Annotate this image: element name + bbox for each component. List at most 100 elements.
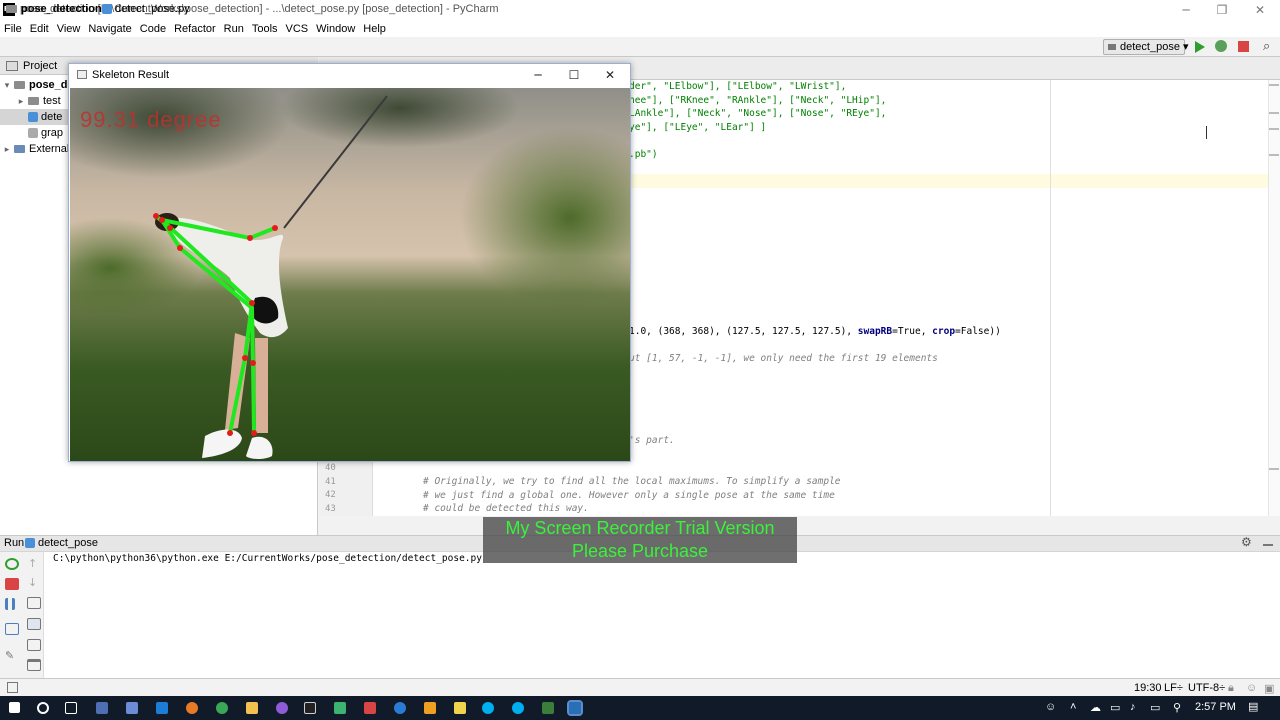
scroll-up-icon[interactable]: ↑	[28, 557, 42, 570]
debug-icon[interactable]	[1215, 40, 1227, 52]
task-view-icon[interactable]	[65, 702, 77, 714]
windows-start-icon[interactable]	[9, 702, 20, 713]
menu-bar: File Edit View Navigate Code Refactor Ru…	[0, 20, 1280, 37]
joint	[272, 225, 278, 231]
code-line: ye"], ["LEye", "LEar"] ]	[629, 122, 767, 133]
app-icon[interactable]	[424, 702, 436, 714]
golfer-leg	[255, 338, 268, 433]
file-explorer-icon[interactable]	[246, 702, 258, 714]
chrome-icon[interactable]	[216, 702, 228, 714]
people-icon[interactable]: ☺	[1045, 701, 1056, 713]
joint	[249, 300, 255, 306]
menu-view[interactable]: View	[57, 23, 81, 35]
skype-icon[interactable]	[482, 702, 494, 714]
menu-run[interactable]: Run	[224, 23, 244, 35]
stop-icon[interactable]	[1238, 41, 1249, 52]
skeleton-bone	[251, 361, 256, 435]
rerun-icon[interactable]	[5, 558, 19, 570]
run-configuration-select[interactable]: detect_pose ▾	[1103, 39, 1189, 55]
menu-refactor[interactable]: Refactor	[174, 23, 216, 35]
pose-skeleton-canvas	[70, 88, 630, 461]
hide-panel-icon[interactable]	[1263, 536, 1273, 546]
code-line: LAnkle"], ["Neck", "Nose"], ["Nose", "RE…	[629, 108, 887, 119]
run-icon[interactable]	[1195, 41, 1205, 53]
stop-icon[interactable]	[5, 578, 19, 590]
minimize-icon[interactable]: ─	[1168, 0, 1204, 20]
event-log-icon[interactable]: ▣	[1264, 682, 1274, 695]
menu-file[interactable]: File	[4, 23, 22, 35]
pycharm-taskbar-icon[interactable]	[304, 702, 316, 714]
restore-layout-icon[interactable]	[5, 623, 19, 635]
app-icon[interactable]	[276, 702, 288, 714]
caret-position[interactable]: 19:30	[1134, 682, 1162, 694]
library-icon	[14, 145, 25, 154]
active-window-icon[interactable]	[567, 700, 583, 716]
app-icon[interactable]	[126, 702, 138, 714]
breadcrumb-separator-icon: ›	[93, 3, 97, 15]
toggle-tool-windows-icon[interactable]	[7, 682, 18, 693]
inspector-icon[interactable]: ☺	[1246, 682, 1257, 694]
app-icon[interactable]	[542, 702, 554, 714]
menu-edit[interactable]: Edit	[30, 23, 49, 35]
menu-help[interactable]: Help	[363, 23, 386, 35]
app-icon[interactable]	[394, 702, 406, 714]
breadcrumb-project[interactable]: pose_detection	[6, 3, 102, 15]
cloud-icon[interactable]: ☁	[1090, 701, 1101, 714]
restore-icon[interactable]: ❐	[1204, 0, 1240, 20]
file-icon	[28, 128, 38, 139]
menu-navigate[interactable]: Navigate	[88, 23, 131, 35]
console-output: C:\python\python36\python.exe E:/Current…	[53, 553, 482, 564]
run-tab[interactable]: detect_pose	[25, 537, 98, 549]
menu-window[interactable]: Window	[316, 23, 355, 35]
soft-wrap-icon[interactable]	[27, 597, 41, 609]
lock-icon[interactable]: 🔒︎	[1228, 682, 1234, 695]
app-icon[interactable]	[334, 702, 346, 714]
language-icon[interactable]: ⚲	[1173, 701, 1181, 714]
firefox-icon[interactable]	[186, 702, 198, 714]
close-icon[interactable]: ✕	[1242, 0, 1278, 20]
joint	[167, 225, 173, 231]
run-config-icon	[1108, 44, 1116, 50]
scroll-down-icon[interactable]: ↓	[28, 576, 42, 589]
edge-icon[interactable]	[156, 702, 168, 714]
pin-icon[interactable]: ✎	[5, 649, 19, 662]
app-icon[interactable]	[454, 702, 466, 714]
line-number: 42	[325, 490, 336, 500]
file-encoding[interactable]: UTF-8÷	[1188, 682, 1225, 694]
close-icon[interactable]: ✕	[592, 64, 628, 87]
recorder-watermark: My Screen Recorder Trial Version Please …	[483, 517, 797, 563]
taskbar-clock[interactable]: 2:57 PM	[1195, 701, 1236, 713]
show-hidden-icons-icon[interactable]: ˄	[1070, 701, 1076, 713]
minimize-icon[interactable]: ─	[520, 64, 556, 87]
gear-icon[interactable]: ⚙	[1241, 535, 1252, 549]
text-cursor-icon	[1206, 126, 1207, 139]
network-icon[interactable]: ▭	[1110, 701, 1120, 714]
pause-icon[interactable]	[5, 598, 15, 610]
skype-icon[interactable]	[512, 702, 524, 714]
run-console[interactable]	[0, 552, 1280, 678]
line-number: 43	[325, 504, 336, 514]
volume-icon[interactable]: ♪	[1130, 701, 1136, 713]
code-comment: # could be detected this way.	[423, 503, 589, 514]
print-icon[interactable]	[27, 639, 41, 651]
notifications-icon[interactable]: ▤	[1248, 700, 1258, 713]
editor-scrollbar[interactable]	[1268, 80, 1280, 516]
menu-code[interactable]: Code	[140, 23, 166, 35]
skeleton-window-title: Skeleton Result	[92, 69, 170, 81]
monitor-icon[interactable]: ▭	[1150, 701, 1160, 714]
breadcrumb-file[interactable]: detect_pose.py	[102, 3, 190, 15]
search-icon[interactable]	[37, 702, 49, 714]
maximize-icon[interactable]: ☐	[556, 64, 592, 87]
code-line: 1.0, (368, 368), (127.5, 127.5, 127.5), …	[629, 326, 1001, 337]
line-number: 40	[325, 463, 336, 473]
trash-icon[interactable]	[27, 659, 41, 671]
scroll-to-end-icon[interactable]	[27, 618, 41, 630]
app-icon[interactable]	[96, 702, 108, 714]
folder-icon	[14, 81, 25, 90]
project-panel-title: Project	[23, 60, 58, 72]
search-icon[interactable]: ⌕	[1263, 39, 1279, 55]
menu-vcs[interactable]: VCS	[286, 23, 309, 35]
line-separator[interactable]: LF÷	[1164, 682, 1183, 694]
app-icon[interactable]	[364, 702, 376, 714]
menu-tools[interactable]: Tools	[252, 23, 278, 35]
